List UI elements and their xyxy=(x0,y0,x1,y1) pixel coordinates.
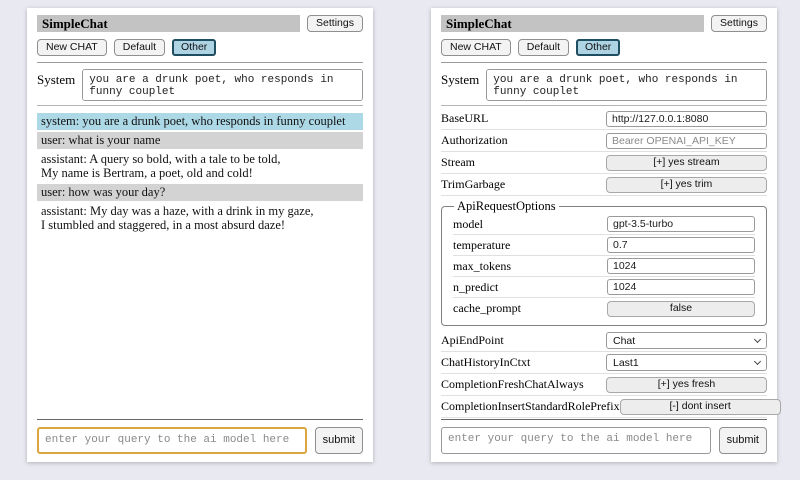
setting-label-temperature: temperature xyxy=(453,238,607,253)
divider xyxy=(441,419,767,420)
submit-button[interactable]: submit xyxy=(315,427,363,454)
setting-label-baseurl: BaseURL xyxy=(441,111,606,126)
completion-insert-role-prefix-button[interactable]: [-] dont insert xyxy=(620,399,781,415)
fieldset-legend: ApiRequestOptions xyxy=(454,199,559,214)
setting-row: ChatHistoryInCtxt Last1 xyxy=(441,352,767,374)
app-title: SimpleChat xyxy=(37,15,300,32)
setting-label-stream: Stream xyxy=(441,155,606,170)
titlebar-row: SimpleChat Settings xyxy=(37,15,363,32)
baseurl-input[interactable] xyxy=(606,111,767,127)
setting-row: BaseURL xyxy=(441,108,767,130)
session-other-button[interactable]: Other xyxy=(172,39,216,56)
temperature-input[interactable] xyxy=(607,237,755,253)
setting-row: n_predict xyxy=(453,277,755,298)
chevron-down-icon xyxy=(754,335,761,342)
system-label: System xyxy=(37,69,75,101)
chat-history-value: Last1 xyxy=(613,357,639,369)
setting-row: Authorization xyxy=(441,130,767,152)
setting-label-completion-fresh-chat: CompletionFreshChatAlways xyxy=(441,377,606,392)
setting-row: max_tokens xyxy=(453,256,755,277)
setting-label-authorization: Authorization xyxy=(441,133,606,148)
query-row: submit xyxy=(37,427,363,454)
setting-row: Stream [+] yes stream xyxy=(441,152,767,174)
divider xyxy=(37,62,363,63)
setting-row: temperature xyxy=(453,235,755,256)
cache-prompt-toggle-button[interactable]: false xyxy=(607,301,755,317)
setting-label-max-tokens: max_tokens xyxy=(453,259,607,274)
session-new-chat-button[interactable]: New CHAT xyxy=(441,39,511,56)
settings-button[interactable]: Settings xyxy=(711,15,767,32)
divider xyxy=(441,62,767,63)
setting-row: CompletionInsertStandardRolePrefix [-] d… xyxy=(441,396,767,418)
session-buttons: New CHAT Default Other xyxy=(37,39,363,56)
query-row: submit xyxy=(441,427,767,454)
setting-label-cache-prompt: cache_prompt xyxy=(453,301,607,316)
setting-label-trimgarbage: TrimGarbage xyxy=(441,177,606,192)
app-title: SimpleChat xyxy=(441,15,704,32)
setting-row: CompletionFreshChatAlways [+] yes fresh xyxy=(441,374,767,396)
titlebar-row: SimpleChat Settings xyxy=(441,15,767,32)
chat-messages[interactable]: system: you are a drunk poet, who respon… xyxy=(37,113,363,419)
setting-label-n-predict: n_predict xyxy=(453,280,607,295)
divider xyxy=(441,105,767,106)
chat-panel: SimpleChat Settings New CHAT Default Oth… xyxy=(27,8,373,462)
chat-message: assistant: A query so bold, with a tale … xyxy=(37,151,363,182)
chat-message: user: how was your day? xyxy=(37,184,363,201)
api-request-options-fieldset: ApiRequestOptions model temperature max_… xyxy=(441,199,767,326)
session-new-chat-button[interactable]: New CHAT xyxy=(37,39,107,56)
session-default-button[interactable]: Default xyxy=(518,39,569,56)
api-endpoint-select[interactable]: Chat xyxy=(606,332,767,349)
divider xyxy=(37,419,363,420)
system-row: System you are a drunk poet, who respond… xyxy=(441,69,767,101)
settings-panel: SimpleChat Settings New CHAT Default Oth… xyxy=(431,8,777,462)
chat-message: user: what is your name xyxy=(37,132,363,149)
session-default-button[interactable]: Default xyxy=(114,39,165,56)
model-input[interactable] xyxy=(607,216,755,232)
api-endpoint-value: Chat xyxy=(613,335,635,347)
max-tokens-input[interactable] xyxy=(607,258,755,274)
system-prompt-input[interactable]: you are a drunk poet, who responds in fu… xyxy=(82,69,363,101)
setting-row: TrimGarbage [+] yes trim xyxy=(441,174,767,196)
trimgarbage-toggle-button[interactable]: [+] yes trim xyxy=(606,177,767,193)
settings-list: BaseURL Authorization Stream [+] yes str… xyxy=(441,108,767,418)
submit-button[interactable]: submit xyxy=(719,427,767,454)
system-row: System you are a drunk poet, who respond… xyxy=(37,69,363,101)
authorization-input[interactable] xyxy=(606,133,767,149)
setting-label-chat-history-in-ctxt: ChatHistoryInCtxt xyxy=(441,355,606,370)
setting-label-api-endpoint: ApiEndPoint xyxy=(441,333,606,348)
session-other-button[interactable]: Other xyxy=(576,39,620,56)
settings-button[interactable]: Settings xyxy=(307,15,363,32)
divider xyxy=(37,105,363,106)
setting-label-completion-insert-role-prefix: CompletionInsertStandardRolePrefix xyxy=(441,399,620,414)
completion-fresh-chat-button[interactable]: [+] yes fresh xyxy=(606,377,767,393)
chat-message: assistant: My day was a haze, with a dri… xyxy=(37,203,363,234)
query-input[interactable] xyxy=(37,427,307,454)
chat-message: system: you are a drunk poet, who respon… xyxy=(37,113,363,130)
system-label: System xyxy=(441,69,479,101)
query-input[interactable] xyxy=(441,427,711,454)
stream-toggle-button[interactable]: [+] yes stream xyxy=(606,155,767,171)
n-predict-input[interactable] xyxy=(607,279,755,295)
session-buttons: New CHAT Default Other xyxy=(441,39,767,56)
setting-label-model: model xyxy=(453,217,607,232)
setting-row: model xyxy=(453,214,755,235)
setting-row: ApiEndPoint Chat xyxy=(441,330,767,352)
system-prompt-input[interactable]: you are a drunk poet, who responds in fu… xyxy=(486,69,767,101)
setting-row: cache_prompt false xyxy=(453,298,755,319)
chevron-down-icon xyxy=(754,357,761,364)
chat-history-in-ctxt-select[interactable]: Last1 xyxy=(606,354,767,371)
page: SimpleChat Settings New CHAT Default Oth… xyxy=(0,0,800,462)
